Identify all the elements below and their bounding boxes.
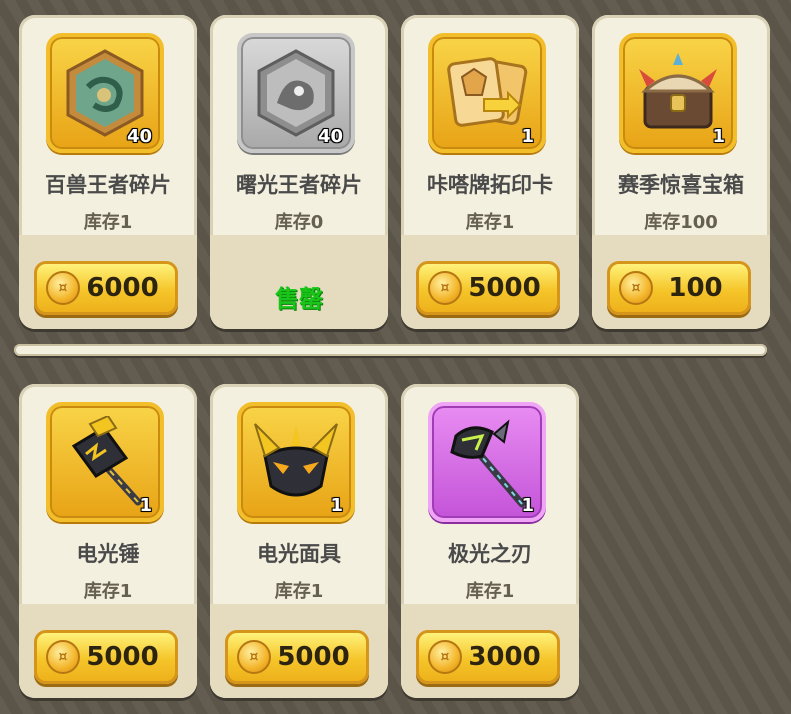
item-icon-frame[interactable]: 1 [428, 33, 546, 153]
buy-button[interactable]: ¤ 5000 [34, 630, 178, 684]
coin-icon: ¤ [46, 640, 80, 674]
buy-button[interactable]: ¤ 3000 [416, 630, 560, 684]
item-quantity: 1 [330, 495, 343, 516]
item-name: 极光之刃 [448, 542, 532, 566]
item-quantity: 1 [521, 495, 534, 516]
item-quantity: 1 [521, 126, 534, 147]
shop-item-card[interactable]: 40 百兽王者碎片 库存1 ¤ 6000 [19, 15, 197, 329]
shop-item-card[interactable]: 1 赛季惊喜宝箱 库存100 ¤ 100 [592, 15, 770, 329]
buy-button[interactable]: ¤ 5000 [225, 630, 369, 684]
item-name: 电光锤 [76, 542, 140, 566]
item-stock: 库存1 [465, 212, 515, 233]
item-icon-frame[interactable]: 1 [46, 402, 164, 522]
item-price: 5000 [86, 642, 159, 672]
coin-icon: ¤ [237, 640, 271, 674]
buy-button[interactable]: ¤ 100 [607, 261, 751, 315]
item-quantity: 1 [139, 495, 152, 516]
lightning-mask-icon [254, 423, 338, 497]
row-divider [14, 344, 767, 356]
item-name: 咔嗒牌拓印卡 [427, 173, 553, 197]
aurora-axe-icon [450, 419, 526, 508]
item-name: 赛季惊喜宝箱 [618, 173, 744, 197]
season-chest-icon [639, 53, 717, 129]
shop-item-card[interactable]: 1 电光面具 库存1 ¤ 5000 [210, 384, 388, 698]
item-icon-frame[interactable]: 40 [237, 33, 355, 153]
item-quantity: 40 [126, 126, 152, 147]
item-stock: 库存1 [465, 581, 515, 602]
item-name: 曙光王者碎片 [236, 173, 362, 197]
item-name: 百兽王者碎片 [45, 173, 171, 197]
item-price: 5000 [468, 273, 541, 303]
sold-out-label: 售罄 [275, 285, 323, 313]
buy-button[interactable]: ¤ 5000 [416, 261, 560, 315]
item-quantity: 1 [712, 126, 725, 147]
item-name: 电光面具 [257, 542, 341, 566]
item-stock: 库存1 [274, 581, 324, 602]
item-price: 5000 [277, 642, 350, 672]
item-price: 3000 [468, 642, 541, 672]
shop-item-card[interactable]: 1 咔嗒牌拓印卡 库存1 ¤ 5000 [401, 15, 579, 329]
lightning-hammer-icon [71, 416, 142, 506]
item-icon-frame[interactable]: 1 [619, 33, 737, 153]
item-stock: 库存100 [644, 212, 718, 233]
shop-item-card[interactable]: 40 曙光王者碎片 库存0 售罄 [210, 15, 388, 329]
item-icon-frame[interactable]: 40 [46, 33, 164, 153]
item-price: 6000 [86, 273, 159, 303]
item-stock: 库存0 [274, 212, 324, 233]
shop-item-card[interactable]: 1 电光锤 库存1 ¤ 5000 [19, 384, 197, 698]
coin-icon: ¤ [46, 271, 80, 305]
coin-icon: ¤ [619, 271, 653, 305]
item-icon-frame[interactable]: 1 [237, 402, 355, 522]
item-stock: 库存1 [83, 212, 133, 233]
buy-button[interactable]: ¤ 6000 [34, 261, 178, 315]
coin-icon: ¤ [428, 271, 462, 305]
item-stock: 库存1 [83, 581, 133, 602]
card-imprint-icon [447, 57, 528, 127]
item-price: 100 [668, 273, 723, 303]
item-icon-frame[interactable]: 1 [428, 402, 546, 522]
item-quantity: 40 [317, 126, 343, 147]
shop-item-card[interactable]: 1 极光之刃 库存1 ¤ 3000 [401, 384, 579, 698]
coin-icon: ¤ [428, 640, 462, 674]
